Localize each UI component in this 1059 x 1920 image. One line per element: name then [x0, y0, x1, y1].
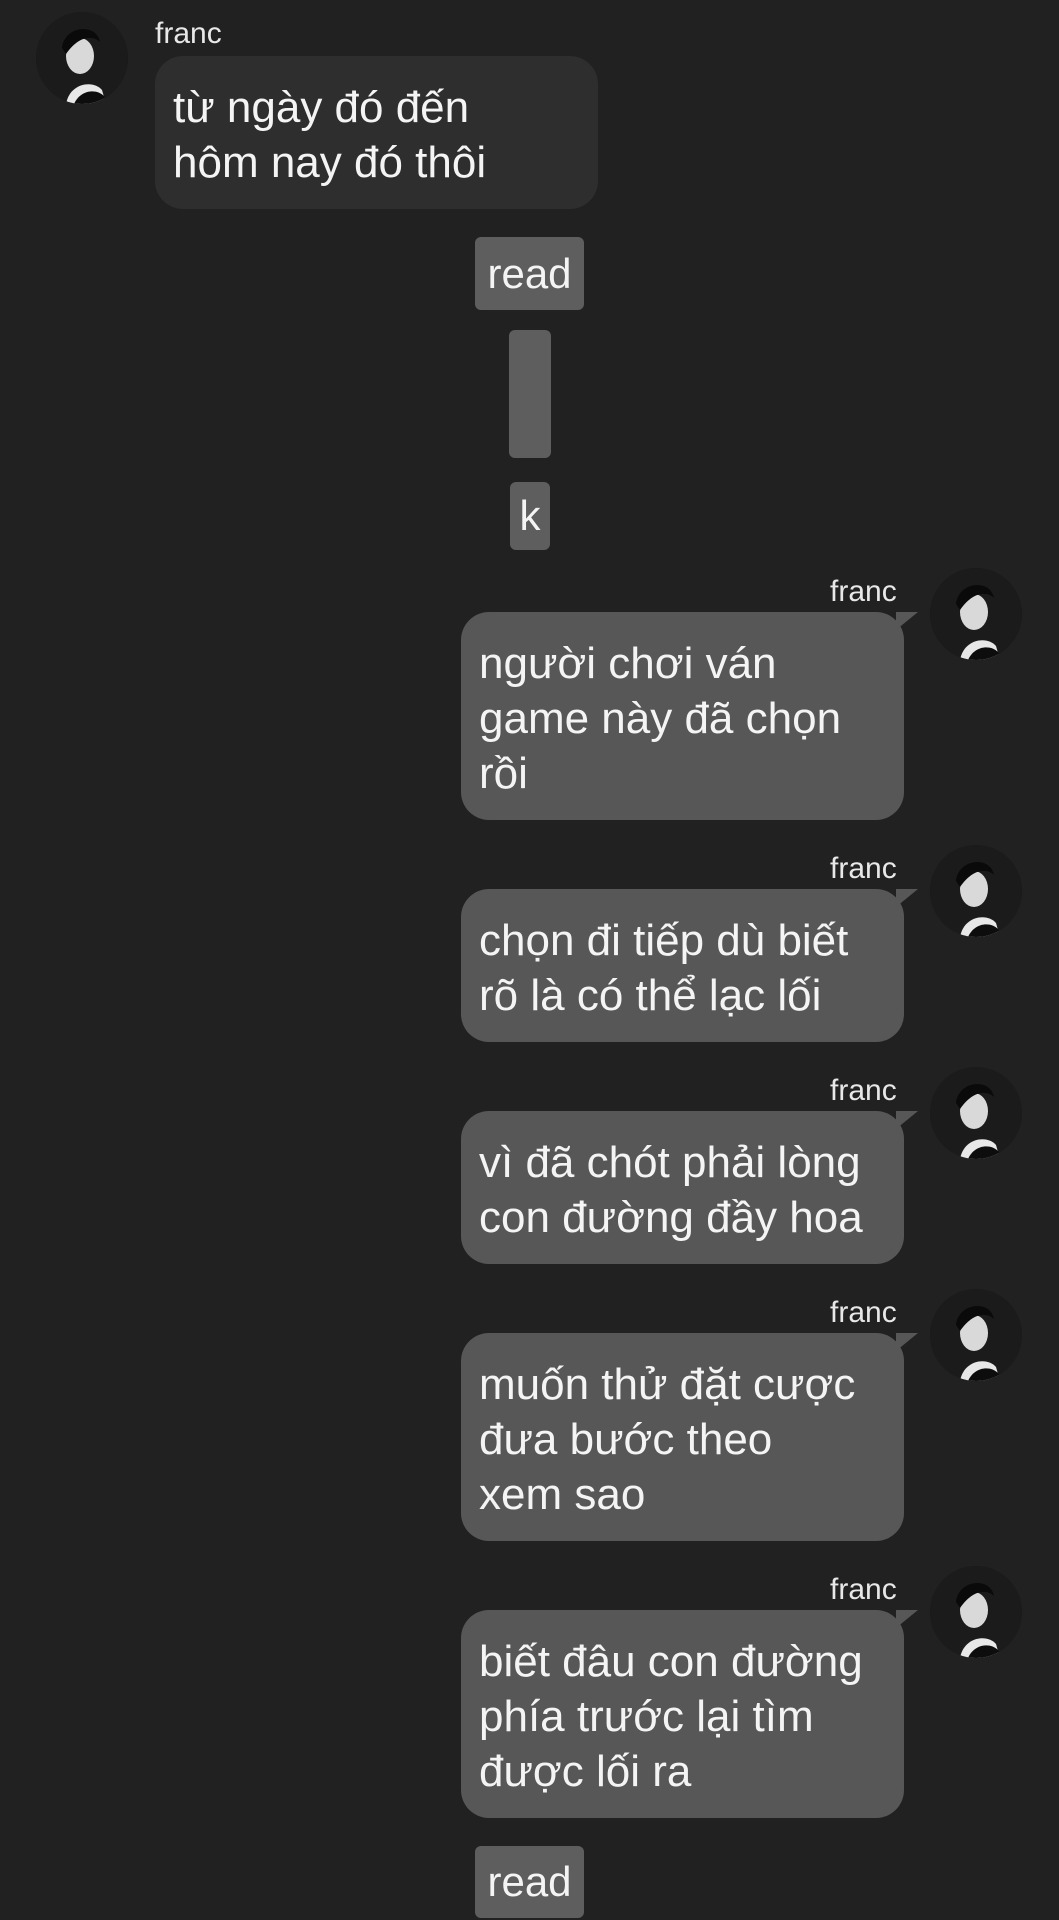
outgoing-message-bubble[interactable]: biết đâu con đường phía trước lại tìm đư…	[461, 1610, 904, 1818]
profile-photo-icon	[930, 1067, 1022, 1159]
sender-name: franc	[830, 1573, 897, 1606]
read-status-badge: read	[475, 237, 584, 310]
sender-name: franc	[155, 17, 222, 50]
read-status-badge: read	[475, 1846, 584, 1918]
avatar[interactable]	[930, 568, 1022, 660]
empty-message-bubble[interactable]	[509, 330, 551, 458]
avatar[interactable]	[930, 1067, 1022, 1159]
profile-photo-icon	[930, 845, 1022, 937]
sender-name: franc	[830, 1074, 897, 1107]
profile-photo-icon	[930, 1566, 1022, 1658]
outgoing-message-bubble[interactable]: muốn thử đặt cược đưa bước theo xem sao	[461, 1333, 904, 1541]
sender-name: franc	[830, 852, 897, 885]
sender-name: franc	[830, 1296, 897, 1329]
avatar[interactable]	[930, 1566, 1022, 1658]
outgoing-message-bubble[interactable]: vì đã chót phải lòng con đường đầy hoa	[461, 1111, 904, 1264]
avatar[interactable]	[36, 12, 128, 104]
bubble-tail	[896, 889, 918, 907]
outgoing-message-bubble[interactable]: chọn đi tiếp dù biết rõ là có thể lạc lố…	[461, 889, 904, 1042]
avatar[interactable]	[930, 845, 1022, 937]
avatar[interactable]	[930, 1289, 1022, 1381]
k-message-bubble[interactable]: k	[510, 482, 550, 550]
outgoing-message-bubble[interactable]: người chơi ván game này đã chọn rồi	[461, 612, 904, 820]
sender-name: franc	[830, 575, 897, 608]
profile-photo-icon	[36, 12, 128, 104]
bubble-tail	[896, 612, 918, 630]
profile-photo-icon	[930, 1289, 1022, 1381]
incoming-message-bubble[interactable]: từ ngày đó đến hôm nay đó thôi	[155, 56, 598, 209]
profile-photo-icon	[930, 568, 1022, 660]
